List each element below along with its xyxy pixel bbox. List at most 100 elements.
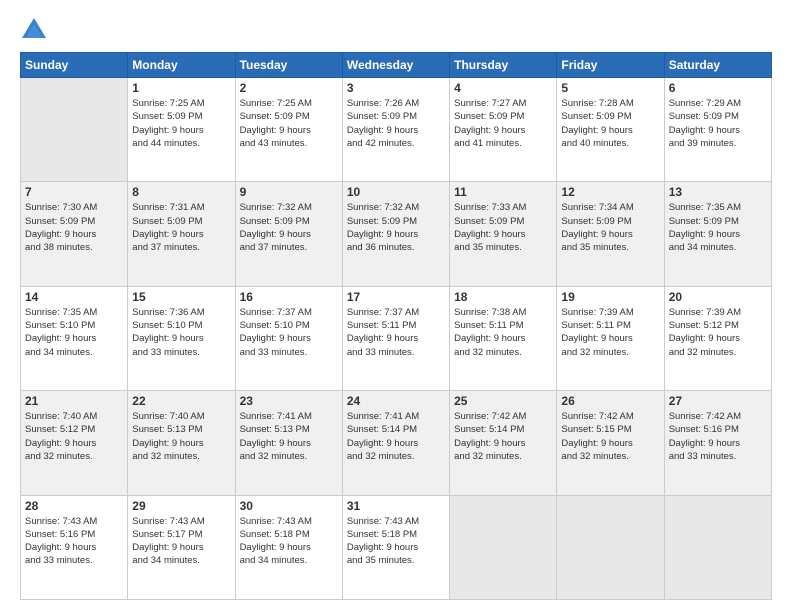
calendar-cell: 2 Sunrise: 7:25 AMSunset: 5:09 PMDaylight… [235, 78, 342, 182]
weekday-header-row: SundayMondayTuesdayWednesdayThursdayFrid… [21, 53, 772, 78]
calendar-cell: 19 Sunrise: 7:39 AMSunset: 5:11 PMDayligh… [557, 286, 664, 390]
day-number: 17 [347, 290, 445, 304]
day-number: 30 [240, 499, 338, 513]
calendar-cell [21, 78, 128, 182]
day-info: Sunrise: 7:37 AMSunset: 5:10 PMDaylight:… [240, 306, 338, 359]
day-info: Sunrise: 7:32 AMSunset: 5:09 PMDaylight:… [240, 201, 338, 254]
day-number: 21 [25, 394, 123, 408]
calendar-cell: 9 Sunrise: 7:32 AMSunset: 5:09 PMDaylight… [235, 182, 342, 286]
day-info: Sunrise: 7:36 AMSunset: 5:10 PMDaylight:… [132, 306, 230, 359]
calendar-cell: 3 Sunrise: 7:26 AMSunset: 5:09 PMDaylight… [342, 78, 449, 182]
weekday-header-monday: Monday [128, 53, 235, 78]
day-info: Sunrise: 7:27 AMSunset: 5:09 PMDaylight:… [454, 97, 552, 150]
logo [20, 16, 52, 44]
day-info: Sunrise: 7:25 AMSunset: 5:09 PMDaylight:… [132, 97, 230, 150]
day-number: 19 [561, 290, 659, 304]
day-number: 23 [240, 394, 338, 408]
day-info: Sunrise: 7:28 AMSunset: 5:09 PMDaylight:… [561, 97, 659, 150]
day-number: 18 [454, 290, 552, 304]
day-info: Sunrise: 7:39 AMSunset: 5:11 PMDaylight:… [561, 306, 659, 359]
day-number: 13 [669, 185, 767, 199]
day-number: 14 [25, 290, 123, 304]
day-number: 4 [454, 81, 552, 95]
calendar-cell: 4 Sunrise: 7:27 AMSunset: 5:09 PMDaylight… [450, 78, 557, 182]
header [20, 16, 772, 44]
day-info: Sunrise: 7:40 AMSunset: 5:12 PMDaylight:… [25, 410, 123, 463]
day-info: Sunrise: 7:34 AMSunset: 5:09 PMDaylight:… [561, 201, 659, 254]
day-info: Sunrise: 7:32 AMSunset: 5:09 PMDaylight:… [347, 201, 445, 254]
day-number: 9 [240, 185, 338, 199]
calendar-cell: 17 Sunrise: 7:37 AMSunset: 5:11 PMDayligh… [342, 286, 449, 390]
calendar-cell: 14 Sunrise: 7:35 AMSunset: 5:10 PMDayligh… [21, 286, 128, 390]
calendar-cell: 26Sunrise: 7:42 AMSunset: 5:15 PMDayligh… [557, 391, 664, 495]
calendar-cell: 21 Sunrise: 7:40 AMSunset: 5:12 PMDayligh… [21, 391, 128, 495]
day-number: 12 [561, 185, 659, 199]
calendar-cell: 28 Sunrise: 7:43 AMSunset: 5:16 PMDayligh… [21, 495, 128, 599]
day-info: Sunrise: 7:42 AMSunset: 5:16 PMDaylight:… [669, 410, 767, 463]
calendar-cell: 20 Sunrise: 7:39 AMSunset: 5:12 PMDayligh… [664, 286, 771, 390]
day-info: Sunrise: 7:42 AMSunset: 5:15 PMDaylight:… [561, 410, 659, 463]
calendar-week-2: 7Sunrise: 7:30 AMSunset: 5:09 PMDaylight… [21, 182, 772, 286]
calendar-week-5: 28 Sunrise: 7:43 AMSunset: 5:16 PMDayligh… [21, 495, 772, 599]
calendar-cell: 11Sunrise: 7:33 AMSunset: 5:09 PMDayligh… [450, 182, 557, 286]
day-number: 20 [669, 290, 767, 304]
day-info: Sunrise: 7:41 AMSunset: 5:13 PMDaylight:… [240, 410, 338, 463]
day-info: Sunrise: 7:38 AMSunset: 5:11 PMDaylight:… [454, 306, 552, 359]
day-number: 1 [132, 81, 230, 95]
weekday-header-saturday: Saturday [664, 53, 771, 78]
day-info: Sunrise: 7:43 AMSunset: 5:16 PMDaylight:… [25, 515, 123, 568]
day-info: Sunrise: 7:26 AMSunset: 5:09 PMDaylight:… [347, 97, 445, 150]
calendar-cell: 23 Sunrise: 7:41 AMSunset: 5:13 PMDayligh… [235, 391, 342, 495]
day-info: Sunrise: 7:25 AMSunset: 5:09 PMDaylight:… [240, 97, 338, 150]
weekday-header-wednesday: Wednesday [342, 53, 449, 78]
weekday-header-tuesday: Tuesday [235, 53, 342, 78]
day-info: Sunrise: 7:33 AMSunset: 5:09 PMDaylight:… [454, 201, 552, 254]
calendar-week-1: 1 Sunrise: 7:25 AMSunset: 5:09 PMDaylight… [21, 78, 772, 182]
day-info: Sunrise: 7:35 AMSunset: 5:09 PMDaylight:… [669, 201, 767, 254]
day-info: Sunrise: 7:43 AMSunset: 5:18 PMDaylight:… [347, 515, 445, 568]
calendar-cell: 15Sunrise: 7:36 AMSunset: 5:10 PMDayligh… [128, 286, 235, 390]
day-number: 25 [454, 394, 552, 408]
weekday-header-sunday: Sunday [21, 53, 128, 78]
calendar-cell: 6 Sunrise: 7:29 AMSunset: 5:09 PMDaylight… [664, 78, 771, 182]
page: SundayMondayTuesdayWednesdayThursdayFrid… [0, 0, 792, 612]
day-info: Sunrise: 7:43 AMSunset: 5:17 PMDaylight:… [132, 515, 230, 568]
calendar-cell: 31Sunrise: 7:43 AMSunset: 5:18 PMDayligh… [342, 495, 449, 599]
day-number: 7 [25, 185, 123, 199]
calendar-cell [664, 495, 771, 599]
day-number: 22 [132, 394, 230, 408]
calendar-week-4: 21 Sunrise: 7:40 AMSunset: 5:12 PMDayligh… [21, 391, 772, 495]
calendar-cell [450, 495, 557, 599]
day-info: Sunrise: 7:29 AMSunset: 5:09 PMDaylight:… [669, 97, 767, 150]
day-info: Sunrise: 7:39 AMSunset: 5:12 PMDaylight:… [669, 306, 767, 359]
day-info: Sunrise: 7:42 AMSunset: 5:14 PMDaylight:… [454, 410, 552, 463]
day-number: 27 [669, 394, 767, 408]
day-number: 24 [347, 394, 445, 408]
calendar-cell: 1 Sunrise: 7:25 AMSunset: 5:09 PMDaylight… [128, 78, 235, 182]
day-number: 2 [240, 81, 338, 95]
calendar-cell: 29Sunrise: 7:43 AMSunset: 5:17 PMDayligh… [128, 495, 235, 599]
day-info: Sunrise: 7:35 AMSunset: 5:10 PMDaylight:… [25, 306, 123, 359]
day-number: 28 [25, 499, 123, 513]
calendar-cell [557, 495, 664, 599]
day-number: 6 [669, 81, 767, 95]
day-number: 3 [347, 81, 445, 95]
calendar-cell: 12 Sunrise: 7:34 AMSunset: 5:09 PMDayligh… [557, 182, 664, 286]
calendar-cell: 16 Sunrise: 7:37 AMSunset: 5:10 PMDayligh… [235, 286, 342, 390]
day-info: Sunrise: 7:41 AMSunset: 5:14 PMDaylight:… [347, 410, 445, 463]
calendar-cell: 7Sunrise: 7:30 AMSunset: 5:09 PMDaylight… [21, 182, 128, 286]
weekday-header-thursday: Thursday [450, 53, 557, 78]
calendar-cell: 27 Sunrise: 7:42 AMSunset: 5:16 PMDayligh… [664, 391, 771, 495]
calendar-cell: 10 Sunrise: 7:32 AMSunset: 5:09 PMDayligh… [342, 182, 449, 286]
day-info: Sunrise: 7:31 AMSunset: 5:09 PMDaylight:… [132, 201, 230, 254]
calendar-cell: 22Sunrise: 7:40 AMSunset: 5:13 PMDayligh… [128, 391, 235, 495]
calendar-cell: 18 Sunrise: 7:38 AMSunset: 5:11 PMDayligh… [450, 286, 557, 390]
day-number: 16 [240, 290, 338, 304]
weekday-header-friday: Friday [557, 53, 664, 78]
calendar-table: SundayMondayTuesdayWednesdayThursdayFrid… [20, 52, 772, 600]
day-number: 10 [347, 185, 445, 199]
calendar-cell: 24 Sunrise: 7:41 AMSunset: 5:14 PMDayligh… [342, 391, 449, 495]
calendar-cell: 5Sunrise: 7:28 AMSunset: 5:09 PMDaylight… [557, 78, 664, 182]
logo-icon [20, 16, 48, 44]
day-info: Sunrise: 7:37 AMSunset: 5:11 PMDaylight:… [347, 306, 445, 359]
